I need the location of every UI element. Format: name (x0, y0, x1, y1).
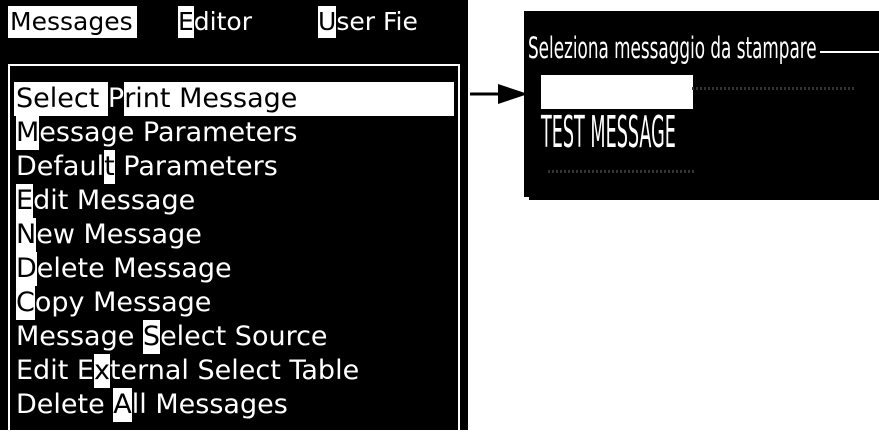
menu-messages-label: Messages (10, 7, 133, 36)
menu-editor[interactable]: Editor (178, 6, 252, 38)
menu-item-text: rint Message (124, 83, 298, 114)
menu-item-hotkey: C (16, 286, 35, 320)
menu-item-hotkey: S (142, 320, 161, 354)
menu-item-hotkey: t (104, 150, 115, 184)
messages-dropdown: Select Print Message Message Parameters … (8, 64, 460, 444)
menu-item-text: Delete (16, 389, 114, 420)
menu-item-text: ll Messages (131, 389, 288, 420)
menu-item-text: Parameters (114, 151, 278, 182)
menu-item-copy-message[interactable]: Copy Message (16, 286, 211, 320)
printer-menu-screen: Messages Editor User Fie Select Print Me… (0, 0, 468, 444)
menu-item-hotkey: N (16, 218, 37, 252)
menu-item-hotkey: E (16, 184, 34, 218)
menu-editor-label: ditor (193, 7, 252, 36)
menu-item-text: elete Message (36, 253, 232, 284)
menu-messages[interactable]: Messages (8, 6, 137, 38)
menu-bar: Messages Editor User Fie (0, 0, 468, 46)
menu-item-text: Edit E (16, 355, 94, 386)
menu-item-text: elect Source (160, 321, 328, 352)
menu-item-message-parameters[interactable]: Message Parameters (16, 116, 297, 150)
dialog-bottom-border (529, 197, 879, 200)
menu-item-hotkey: M (16, 116, 40, 150)
dotted-separator (692, 87, 854, 90)
menu-item-hotkey: A (113, 388, 132, 422)
selected-message-highlight (541, 75, 693, 109)
menu-item-text: ternal Select Table (109, 355, 360, 386)
message-list-item[interactable]: TEST MESSAGE (541, 107, 676, 159)
menu-item-text: essage Parameters (39, 117, 298, 148)
menu-item-hotkey: P (107, 82, 125, 116)
menu-item-text: Message (16, 321, 143, 352)
menu-item-text: ew Message (36, 219, 202, 250)
dotted-separator (548, 170, 696, 173)
menu-item-new-message[interactable]: New Message (16, 218, 202, 252)
arrow-right-icon (470, 84, 528, 104)
menu-item-message-select-source[interactable]: Message Select Source (16, 320, 328, 354)
menu-item-hotkey: x (93, 354, 110, 388)
menu-editor-hotkey: E (178, 6, 194, 38)
title-divider (820, 51, 879, 53)
menu-item-text: dit Message (33, 185, 196, 216)
menu-item-default-parameters[interactable]: Default Parameters (16, 150, 278, 184)
menu-user-files[interactable]: User Fie (318, 6, 418, 38)
menu-item-delete-message[interactable]: Delete Message (16, 252, 232, 286)
menu-item-hotkey: D (16, 252, 37, 286)
menu-item-text: Defaul (16, 151, 105, 182)
dialog-title: Seleziona messaggio da stampare (528, 31, 817, 65)
menu-user-files-hotkey: U (318, 6, 337, 38)
menu-item-text: opy Message (34, 287, 212, 318)
menu-user-files-label: ser Fie (336, 7, 418, 36)
menu-item-text: Select (16, 83, 108, 114)
select-message-dialog: Seleziona messaggio da stampare TEST MES… (524, 11, 879, 197)
menu-item-edit-message[interactable]: Edit Message (16, 184, 195, 218)
menu-item-edit-external-select-table[interactable]: Edit External Select Table (16, 354, 359, 388)
menu-item-select-print-message[interactable]: Select Print Message (14, 82, 454, 116)
menu-item-delete-all-messages[interactable]: Delete All Messages (16, 388, 288, 422)
